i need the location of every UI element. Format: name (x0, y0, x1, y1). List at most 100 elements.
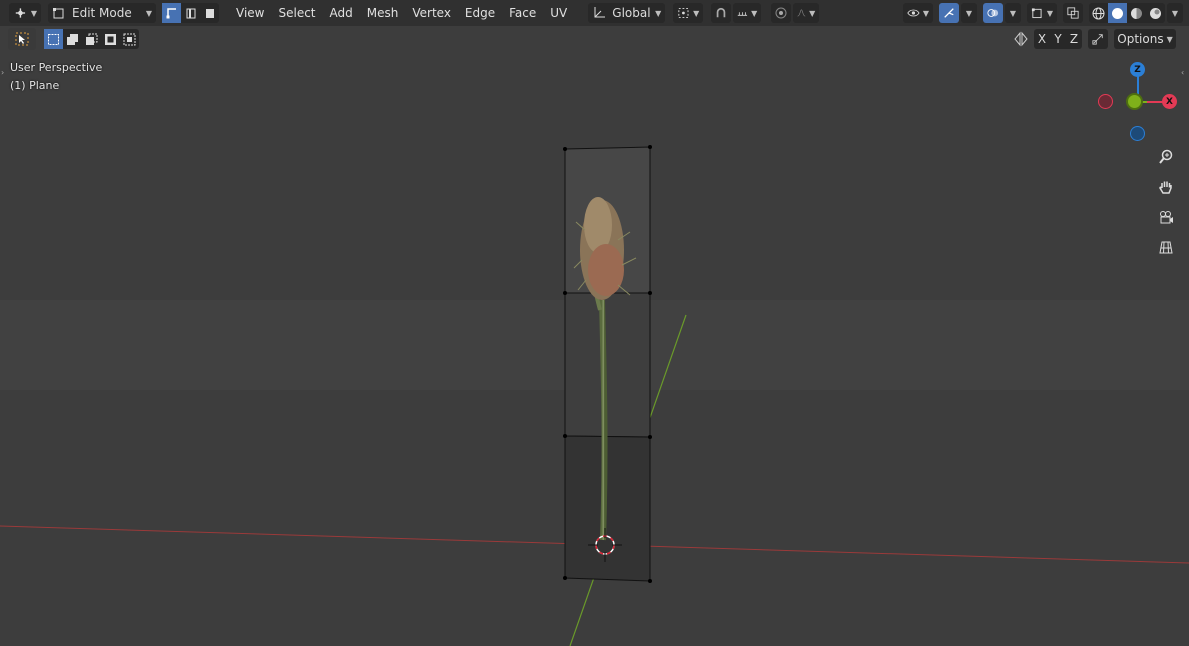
face-select-icon (205, 9, 214, 18)
edge-select-button[interactable] (181, 3, 200, 23)
selection-intersect-button[interactable] (120, 29, 139, 49)
xray-toggle[interactable] (1063, 3, 1083, 23)
pivot-icon (678, 7, 689, 19)
menu-edge[interactable]: Edge (458, 3, 502, 23)
gizmo-z-label: Z (1134, 64, 1141, 75)
falloff-icon (797, 9, 806, 17)
menu-view[interactable]: View (229, 3, 271, 23)
selection-mode-group (44, 29, 139, 49)
ortho-toggle-button[interactable] (1154, 235, 1178, 259)
options-dropdown[interactable]: Options ▼ (1114, 29, 1176, 49)
menu-add[interactable]: Add (323, 3, 360, 23)
zoom-button[interactable] (1154, 145, 1178, 169)
material-shading-icon (1131, 7, 1142, 19)
material-shading-button[interactable] (1127, 3, 1146, 23)
menu-face[interactable]: Face (502, 3, 543, 23)
mirror-toggle[interactable] (1010, 29, 1032, 49)
options-label: Options (1117, 32, 1164, 46)
visibility-dropdown[interactable]: ▼ (903, 3, 933, 23)
shading-dropdown[interactable]: ▼ (1167, 3, 1183, 23)
rendered-shading-icon (1150, 7, 1161, 19)
auto-merge-toggle[interactable] (1088, 29, 1108, 49)
rendered-shading-button[interactable] (1146, 3, 1165, 23)
overlay-toggle[interactable] (983, 3, 1003, 23)
select-subtract-icon (86, 33, 98, 45)
pivot-dropdown[interactable]: ▼ (673, 3, 704, 23)
solid-shading-button[interactable] (1108, 3, 1127, 23)
gizmo-dropdown[interactable]: ▼ (961, 3, 977, 23)
mode-dropdown[interactable]: Edit Mode ▼ (48, 3, 156, 23)
camera-icon (1160, 211, 1173, 224)
edge-select-icon (186, 8, 195, 19)
view-name: User Perspective (10, 61, 103, 74)
orientation-label: Global (612, 6, 651, 20)
editor-type-dropdown[interactable]: ▼ (9, 3, 41, 23)
proportional-edit-icon (775, 7, 787, 19)
select-invert-icon (105, 33, 116, 45)
menu-mesh[interactable]: Mesh (360, 3, 406, 23)
gizmo-neg-z-axis[interactable] (1130, 126, 1145, 141)
wireframe-shading-icon (1092, 7, 1105, 19)
select-new-icon (48, 33, 59, 45)
menu-vertex[interactable]: Vertex (405, 3, 458, 23)
selection-invert-button[interactable] (101, 29, 120, 49)
falloff-dropdown[interactable]: ▼ (793, 3, 820, 23)
vertex-select-button[interactable] (162, 3, 181, 23)
mirror-z-button[interactable]: Z (1066, 29, 1082, 49)
shading-group (1089, 3, 1165, 23)
wireframe-shading-button[interactable] (1089, 3, 1108, 23)
face-select-button[interactable] (200, 3, 219, 23)
vertex-select-icon (166, 8, 176, 19)
active-tool-button[interactable] (8, 28, 36, 50)
selection-subtract-button[interactable] (82, 29, 101, 49)
tool-header-left (8, 27, 139, 51)
snap-target-dropdown[interactable]: ▼ (733, 3, 762, 23)
overlay-dropdown[interactable]: ▼ (1005, 3, 1021, 23)
auto-merge-icon (1092, 34, 1103, 45)
transform-orientation-icon (594, 7, 606, 18)
editor-type-icon (15, 8, 26, 18)
gizmo-toggle[interactable] (939, 3, 959, 23)
snap-toggle[interactable] (711, 3, 732, 23)
xray-icon (1067, 7, 1079, 19)
hand-icon (1159, 181, 1172, 194)
gizmo-z-axis[interactable]: Z (1130, 62, 1145, 77)
mirror-axis-group: X Y Z (1034, 29, 1082, 49)
gizmo-x-axis[interactable]: X (1162, 94, 1177, 109)
edit-mode-icon (53, 8, 64, 19)
zoom-icon (1159, 149, 1173, 164)
transform-orientation-dropdown[interactable]: Global ▼ (588, 3, 666, 23)
mirror-icon (1014, 31, 1028, 47)
overlay-icon (987, 9, 999, 17)
gizmo-neg-x-axis[interactable] (1098, 94, 1113, 109)
select-extend-icon (67, 33, 78, 45)
toolbar-expand-icon[interactable]: › (1, 68, 4, 77)
proportional-edit-toggle[interactable] (771, 3, 792, 23)
mirror-x-button[interactable]: X (1034, 29, 1050, 49)
mesh-edit-overlay-dropdown[interactable]: ▼ (1027, 3, 1057, 23)
selection-extend-button[interactable] (63, 29, 82, 49)
viewport-header: ▼ Edit Mode ▼ View Select Add Mesh Vertex… (0, 0, 1189, 26)
menu-uv[interactable]: UV (543, 3, 574, 23)
mesh-overlay-icon (1031, 8, 1042, 19)
gizmo-x-label: X (1166, 96, 1173, 107)
scene-canvas[interactable] (0, 0, 1189, 646)
snap-icon (716, 7, 726, 18)
select-box-icon (15, 32, 29, 46)
selection-new-button[interactable] (44, 29, 63, 49)
mode-label: Edit Mode (72, 6, 132, 20)
gizmo-icon (944, 8, 954, 18)
pan-button[interactable] (1154, 175, 1178, 199)
gizmo-y-axis[interactable] (1126, 93, 1143, 110)
tool-header-right: X Y Z Options ▼ (1010, 27, 1176, 51)
mirror-y-button[interactable]: Y (1050, 29, 1066, 49)
visibility-icon (907, 9, 920, 17)
object-name: (1) Plane (10, 79, 60, 92)
solid-shading-icon (1112, 7, 1123, 19)
3d-viewport[interactable]: User Perspective (1) Plane › ‹ Z X (0, 0, 1189, 646)
select-intersect-icon (123, 33, 136, 45)
menu-select[interactable]: Select (271, 3, 322, 23)
camera-view-button[interactable] (1154, 205, 1178, 229)
select-mode-group (162, 3, 219, 23)
snap-increment-icon (738, 12, 748, 16)
